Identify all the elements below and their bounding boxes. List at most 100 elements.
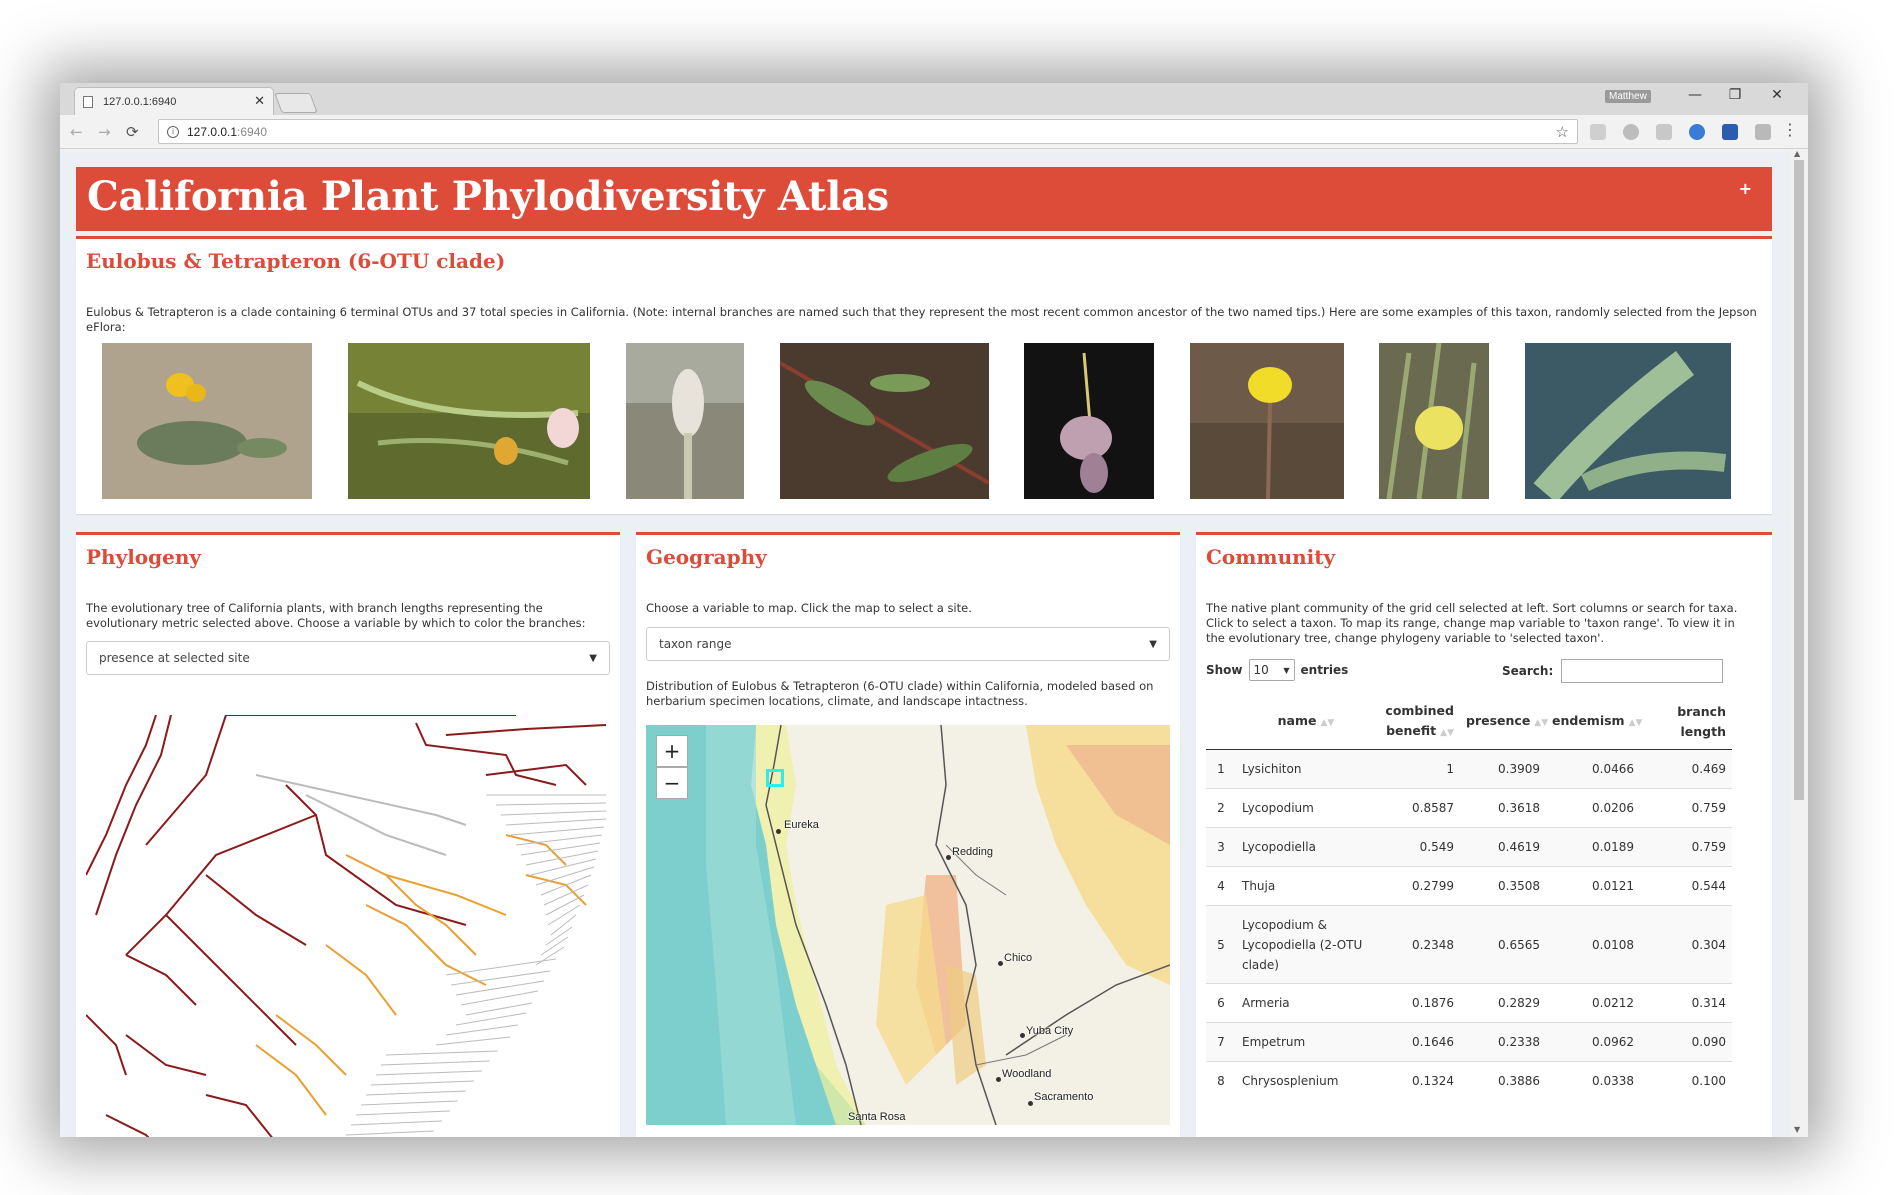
city-label: Sacramento <box>1034 1091 1094 1103</box>
community-box: Community The native plant community of … <box>1196 532 1772 1137</box>
phylogeny-variable-select[interactable]: presence at selected site ▼ <box>86 641 610 675</box>
back-icon[interactable]: ← <box>70 123 83 141</box>
cell-presence: 0.3909 <box>1460 749 1546 789</box>
show-label: Show <box>1206 663 1243 677</box>
phylogeny-select-value: presence at selected site <box>99 651 250 665</box>
table-row[interactable]: 7 Empetrum 0.1646 0.2338 0.0962 0.090 <box>1206 1022 1732 1062</box>
cell-name: Chrysosplenium <box>1236 1061 1376 1101</box>
cell-combined-benefit: 0.2348 <box>1376 905 1460 984</box>
search-input[interactable] <box>1561 659 1724 683</box>
cell-index: 2 <box>1206 788 1236 828</box>
tab-close-icon[interactable]: ✕ <box>254 94 265 109</box>
cell-combined-benefit: 0.2799 <box>1376 866 1460 906</box>
column-header-branch-length[interactable]: branch length <box>1640 695 1732 750</box>
page-icon <box>83 95 93 108</box>
scroll-thumb[interactable] <box>1794 160 1804 800</box>
table-row[interactable]: 2 Lycopodium 0.8587 0.3618 0.0206 0.759 <box>1206 788 1732 828</box>
cell-index: 1 <box>1206 749 1236 789</box>
extension-icon[interactable] <box>1656 124 1672 140</box>
extension-icon[interactable] <box>1623 124 1639 140</box>
flower-photo[interactable] <box>348 343 590 499</box>
table-row[interactable]: 4 Thuja 0.2799 0.3508 0.0121 0.544 <box>1206 866 1732 906</box>
cell-combined-benefit: 0.549 <box>1376 827 1460 867</box>
scroll-up-icon[interactable]: ▲ <box>1794 149 1800 158</box>
table-row[interactable]: 6 Armeria 0.1876 0.2829 0.0212 0.314 <box>1206 983 1732 1023</box>
cell-name: Empetrum <box>1236 1022 1376 1062</box>
flower-photo[interactable] <box>780 343 989 499</box>
map-canvas <box>646 725 1170 1125</box>
zoom-out-button[interactable]: − <box>656 767 688 799</box>
column-header-index[interactable] <box>1206 695 1236 750</box>
cell-combined-benefit: 0.1876 <box>1376 983 1460 1023</box>
cell-branch-length: 0.544 <box>1640 866 1732 906</box>
app-header: California Plant Phylodiversity Atlas + <box>76 167 1772 231</box>
expand-icon[interactable]: + <box>1739 179 1752 198</box>
flower-photo[interactable] <box>1525 343 1731 499</box>
map-variable-select[interactable]: taxon range ▼ <box>646 627 1170 661</box>
page-length-value: 10 <box>1253 663 1269 677</box>
scroll-down-icon[interactable]: ▼ <box>1794 1125 1800 1134</box>
column-header-endemism[interactable]: endemism ▲▼ <box>1546 695 1643 750</box>
close-window-icon[interactable]: ✕ <box>1762 87 1792 103</box>
url-host: 127.0.0.1 <box>187 124 238 139</box>
cell-index: 6 <box>1206 983 1236 1023</box>
phylogeny-title: Phylogeny <box>86 545 202 569</box>
extension-icon[interactable] <box>1590 124 1606 140</box>
cell-index: 7 <box>1206 1022 1236 1062</box>
maximize-icon[interactable]: ❐ <box>1720 87 1750 103</box>
cell-name: Lysichiton <box>1236 749 1376 789</box>
flower-photo[interactable] <box>1379 343 1489 499</box>
geography-title: Geography <box>646 545 767 569</box>
profile-badge[interactable]: Matthew <box>1605 90 1651 103</box>
table-row[interactable]: 3 Lycopodiella 0.549 0.4619 0.0189 0.759 <box>1206 827 1732 867</box>
column-header-presence[interactable]: presence ▲▼ <box>1460 695 1548 750</box>
city-label: Eureka <box>784 819 819 831</box>
column-header-combined-benefit[interactable]: combined benefit ▲▼ <box>1376 695 1460 750</box>
extension-icon[interactable] <box>1689 124 1705 140</box>
minimize-icon[interactable]: — <box>1680 87 1710 103</box>
cell-endemism: 0.0108 <box>1546 905 1640 984</box>
menu-icon[interactable]: ⋮ <box>1782 120 1798 139</box>
cell-index: 8 <box>1206 1061 1236 1101</box>
flower-photo[interactable] <box>1190 343 1344 499</box>
community-description: The native plant community of the grid c… <box>1206 601 1738 645</box>
reload-icon[interactable]: ⟳ <box>126 123 139 141</box>
cell-index: 4 <box>1206 866 1236 906</box>
extension-icon[interactable] <box>1755 124 1771 140</box>
browser-tab[interactable]: 127.0.0.1:6940 ✕ <box>74 87 274 115</box>
cell-branch-length: 0.759 <box>1640 788 1732 828</box>
flower-photo[interactable] <box>626 343 744 499</box>
clade-title: Eulobus & Tetrapteron (6-OTU clade) <box>86 249 506 273</box>
phylogeny-tree[interactable] <box>86 715 610 1137</box>
table-row[interactable]: 1 Lysichiton 1 0.3909 0.0466 0.469 <box>1206 749 1732 789</box>
forward-icon[interactable]: → <box>98 123 111 141</box>
info-icon[interactable]: i <box>167 125 179 138</box>
extension-icon[interactable] <box>1722 124 1738 140</box>
range-map[interactable]: + − Eureka Redding Chico Yuba City Woodl… <box>646 725 1170 1125</box>
cell-branch-length: 0.759 <box>1640 827 1732 867</box>
cell-endemism: 0.0121 <box>1546 866 1640 906</box>
new-tab-button[interactable] <box>274 93 318 113</box>
map-select-value: taxon range <box>659 637 732 651</box>
cell-combined-benefit: 0.8587 <box>1376 788 1460 828</box>
flower-photo[interactable] <box>1024 343 1154 499</box>
bookmark-star-icon[interactable]: ☆ <box>1556 123 1569 141</box>
city-dot <box>946 855 951 860</box>
browser-window: 127.0.0.1:6940 ✕ Matthew — ❐ ✕ ← → ⟳ i 1… <box>60 83 1808 1137</box>
cell-name: Lycopodium & Lycopodiella (2-OTU clade) <box>1236 905 1376 984</box>
flower-photo[interactable] <box>102 343 312 499</box>
selected-site-marker[interactable] <box>766 769 784 787</box>
sort-icon: ▲▼ <box>1628 718 1643 728</box>
address-bar[interactable]: i 127.0.0.1 :6940 ☆ <box>158 119 1578 144</box>
page-length-select[interactable]: 10 ▼ <box>1248 659 1295 681</box>
cell-combined-benefit: 1 <box>1376 749 1460 789</box>
cell-presence: 0.3508 <box>1460 866 1546 906</box>
table-row[interactable]: 8 Chrysosplenium 0.1324 0.3886 0.0338 0.100 <box>1206 1061 1732 1101</box>
cell-name: Thuja <box>1236 866 1376 906</box>
column-header-name[interactable]: name ▲▼ <box>1236 695 1376 750</box>
zoom-in-button[interactable]: + <box>656 735 688 767</box>
page-scrollbar[interactable]: ▲ ▼ <box>1790 149 1808 1137</box>
table-header-row: name ▲▼ combined benefit ▲▼ presence ▲▼ end… <box>1206 695 1732 750</box>
table-row[interactable]: 5 Lycopodium & Lycopodiella (2-OTU clade)… <box>1206 905 1732 984</box>
clade-box: Eulobus & Tetrapteron (6-OTU clade) Eulo… <box>76 236 1772 514</box>
